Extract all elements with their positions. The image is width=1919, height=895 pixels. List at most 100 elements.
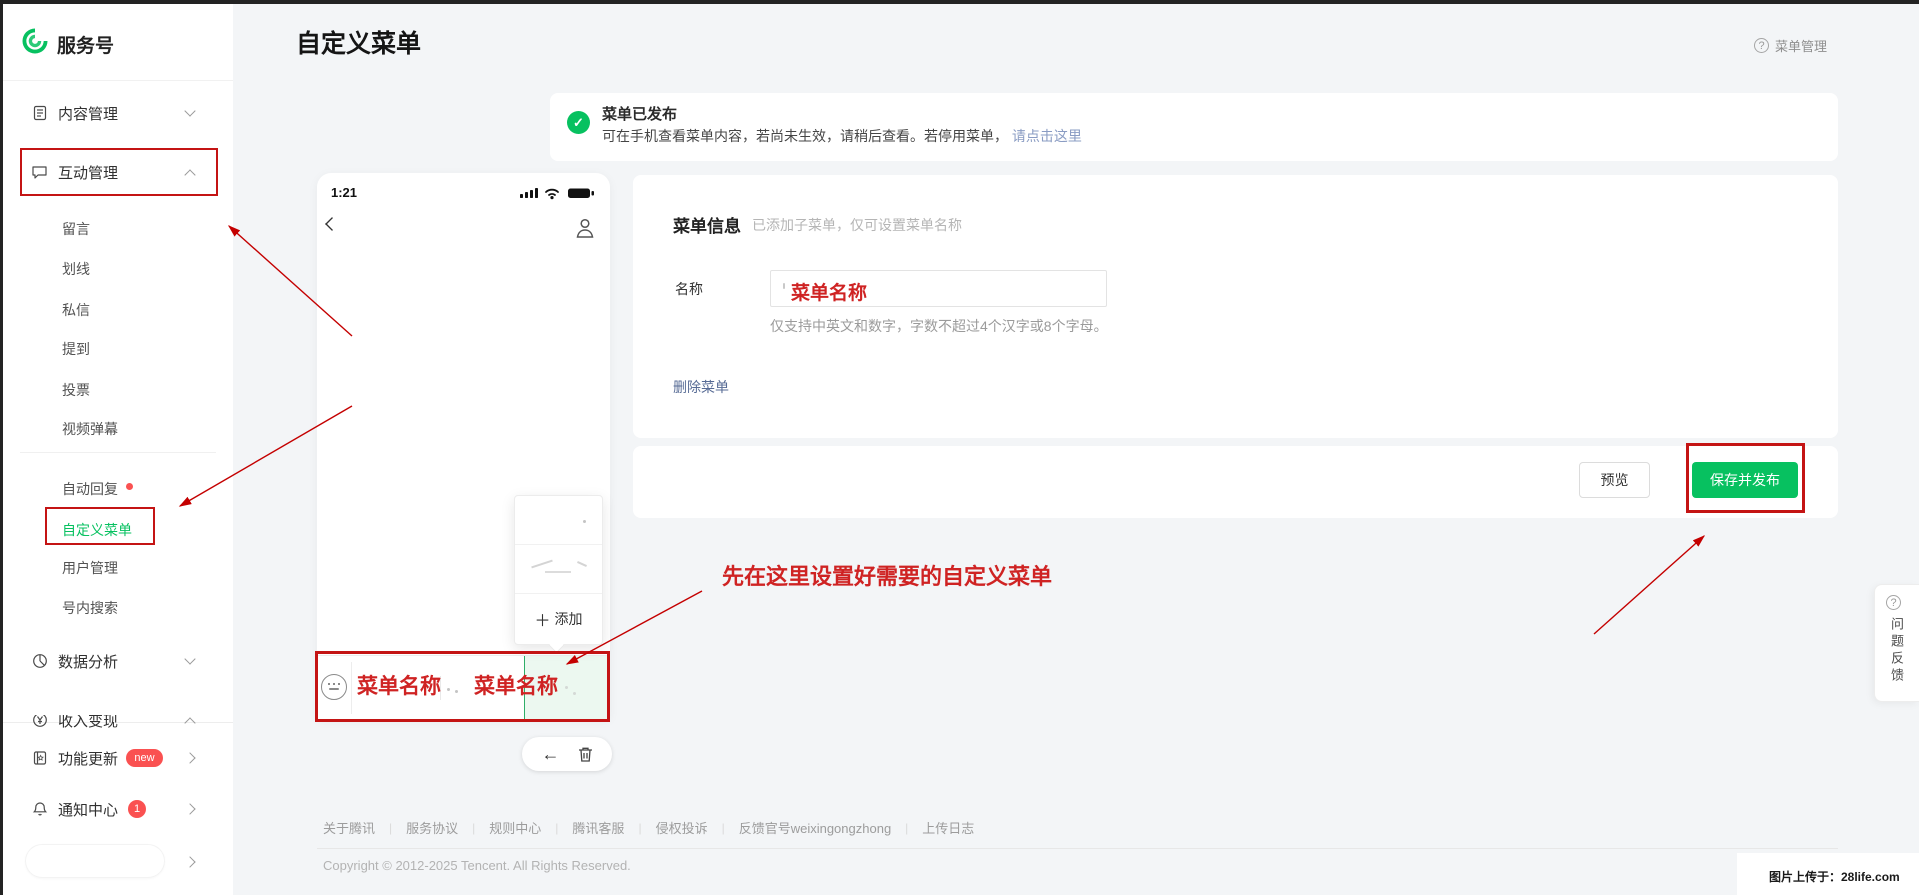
chevron-down-icon: [184, 653, 196, 665]
save-publish-button[interactable]: 保存并发布: [1692, 462, 1798, 498]
sidebar-item-data-analysis[interactable]: 数据分析: [0, 647, 233, 675]
page-title: 自定义菜单: [296, 30, 422, 58]
banner-title: 菜单已发布: [602, 106, 678, 123]
sidebar-item-label: 留言: [62, 221, 90, 237]
footer-link[interactable]: 上传日志: [922, 818, 974, 837]
screenshot-edge: [0, 0, 3, 895]
pie-chart-icon: [31, 653, 48, 670]
chevron-right-icon: [184, 752, 196, 764]
sidebar-item-label: 提到: [62, 341, 90, 357]
copyright-text: Copyright © 2012-2025 Tencent. All Right…: [323, 858, 631, 873]
feedback-tab[interactable]: ? 问题反馈: [1874, 584, 1919, 702]
red-dot-badge: [126, 483, 133, 490]
section-note: 已添加子菜单，仅可设置菜单名称: [752, 217, 962, 233]
chevron-right-icon: [184, 803, 196, 815]
screenshot-edge: [0, 0, 1919, 4]
sidebar-item-video-danmu[interactable]: 视频弹幕: [0, 415, 233, 443]
input-value-annotation: 菜单名称: [791, 283, 868, 304]
footer-links: 关于腾讯 | 服务协议 | 规则中心 | 腾讯客服 | 侵权投诉 | 反馈官号weixin…: [323, 818, 974, 837]
censored-marks: [583, 520, 586, 523]
sidebar-item-feature-updates[interactable]: 功能更新 new: [0, 744, 233, 772]
footer-link[interactable]: 服务协议: [406, 818, 458, 837]
delete-menu-link[interactable]: 删除菜单: [673, 377, 729, 397]
sidebar-item-comments[interactable]: 留言: [0, 215, 233, 243]
chevron-up-icon: [184, 717, 196, 729]
censored-marks: [783, 283, 785, 289]
banner-disable-link[interactable]: 请点击这里: [1012, 128, 1082, 144]
trash-icon[interactable]: [578, 746, 593, 763]
menu-name-annotation-2: 菜单名称: [474, 674, 558, 698]
sidebar-item-user-mgmt[interactable]: 用户管理: [0, 554, 233, 582]
sidebar-item-account[interactable]: [0, 844, 233, 878]
sidebar-item-custom-menu[interactable]: 自定义菜单: [0, 516, 233, 544]
wifi-icon: [545, 188, 559, 196]
add-submenu-button[interactable]: ＋ 添加: [515, 594, 602, 643]
sidebar-item-interaction-mgmt[interactable]: 互动管理: [0, 158, 233, 186]
menu-management-help-link[interactable]: ? 菜单管理: [1754, 36, 1827, 55]
divider: [317, 848, 1838, 849]
divider: |: [638, 820, 642, 835]
sidebar-item-underline[interactable]: 划线: [0, 255, 233, 283]
footer-link[interactable]: 关于腾讯: [323, 818, 375, 837]
divider: [351, 662, 352, 714]
sidebar-item-label: 投票: [62, 382, 90, 398]
censored-marks: [531, 559, 553, 569]
name-field-label: 名称: [675, 281, 703, 297]
sidebar-item-notification-center[interactable]: 通知中心 1: [0, 795, 233, 823]
divider: |: [389, 820, 393, 835]
signal-bars-icon: [520, 188, 538, 198]
sidebar-item-label: 数据分析: [58, 653, 119, 671]
sidebar: 服务号 内容管理 互动管理 留言 划线 私信 提到 投票 视频弹幕 自动回复 自…: [0, 0, 233, 895]
back-chevron-icon[interactable]: [325, 217, 339, 231]
divider: |: [721, 820, 725, 835]
annotation-tip-text: 先在这里设置好需要的自定义菜单: [722, 564, 1053, 589]
submenu-item-blank[interactable]: [515, 496, 602, 545]
menu-name-input[interactable]: 菜单名称: [770, 270, 1107, 307]
sidebar-item-label: 互动管理: [58, 164, 119, 182]
sidebar-item-label: 通知中心: [58, 801, 119, 819]
footer-link[interactable]: 侵权投诉: [656, 818, 708, 837]
chevron-down-icon: [184, 105, 196, 117]
wechat-logo-icon: [20, 26, 50, 56]
footer-link[interactable]: 规则中心: [489, 818, 541, 837]
sidebar-item-votes[interactable]: 投票: [0, 376, 233, 404]
keyboard-toggle-icon[interactable]: [321, 674, 347, 700]
question-icon: ?: [1886, 595, 1901, 610]
sidebar-item-content-mgmt[interactable]: 内容管理: [0, 99, 233, 127]
submenu-item-censored[interactable]: [515, 545, 602, 594]
footer-link[interactable]: 反馈官号weixingongzhong: [739, 818, 891, 837]
footer-link[interactable]: 腾讯客服: [572, 818, 624, 837]
status-icons: [520, 185, 598, 206]
sidebar-item-label: 号内搜索: [62, 600, 118, 616]
menu-edit-toolbar: ←: [522, 737, 612, 771]
chat-bubble-icon: [31, 164, 48, 181]
censored-marks: [455, 690, 458, 693]
app-window: 服务号 内容管理 互动管理 留言 划线 私信 提到 投票 视频弹幕 自动回复 自…: [0, 0, 1919, 895]
document-icon: [31, 105, 48, 122]
censored-marks: [573, 692, 576, 695]
censored-marks: [577, 561, 587, 567]
phone-time: 1:21: [331, 185, 358, 200]
banner-desc: 可在手机查看菜单内容，若尚未生效，请稍后查看。若停用菜单， 请点击这里: [602, 126, 1082, 146]
help-link-label: 菜单管理: [1775, 39, 1828, 54]
profile-person-icon[interactable]: [575, 217, 595, 244]
battery-icon: [568, 188, 594, 198]
add-label: 添加: [554, 610, 583, 627]
new-badge: new: [126, 749, 163, 767]
sidebar-item-label: 内容管理: [58, 105, 119, 123]
chevron-up-icon: [184, 169, 196, 181]
publish-status-banner: ✓ 菜单已发布 可在手机查看菜单内容，若尚未生效，请稍后查看。若停用菜单， 请点…: [550, 93, 1838, 161]
censored-marks: [545, 571, 571, 573]
sidebar-item-mentions[interactable]: 提到: [0, 335, 233, 363]
action-bar: 预览 保存并发布: [633, 446, 1838, 518]
notification-count-badge: 1: [128, 800, 146, 818]
app-title: 服务号: [57, 36, 115, 57]
preview-button[interactable]: 预览: [1579, 462, 1650, 498]
sidebar-item-account-search[interactable]: 号内搜索: [0, 594, 233, 622]
divider: |: [555, 820, 559, 835]
undo-back-icon[interactable]: ←: [542, 745, 560, 763]
sidebar-item-private-msg[interactable]: 私信: [0, 296, 233, 324]
banner-desc-text: 可在手机查看菜单内容，若尚未生效，请稍后查看。若停用菜单，: [602, 128, 1008, 144]
sidebar-item-auto-reply[interactable]: 自动回复: [0, 475, 233, 503]
sidebar-item-label: 视频弹幕: [62, 421, 118, 437]
